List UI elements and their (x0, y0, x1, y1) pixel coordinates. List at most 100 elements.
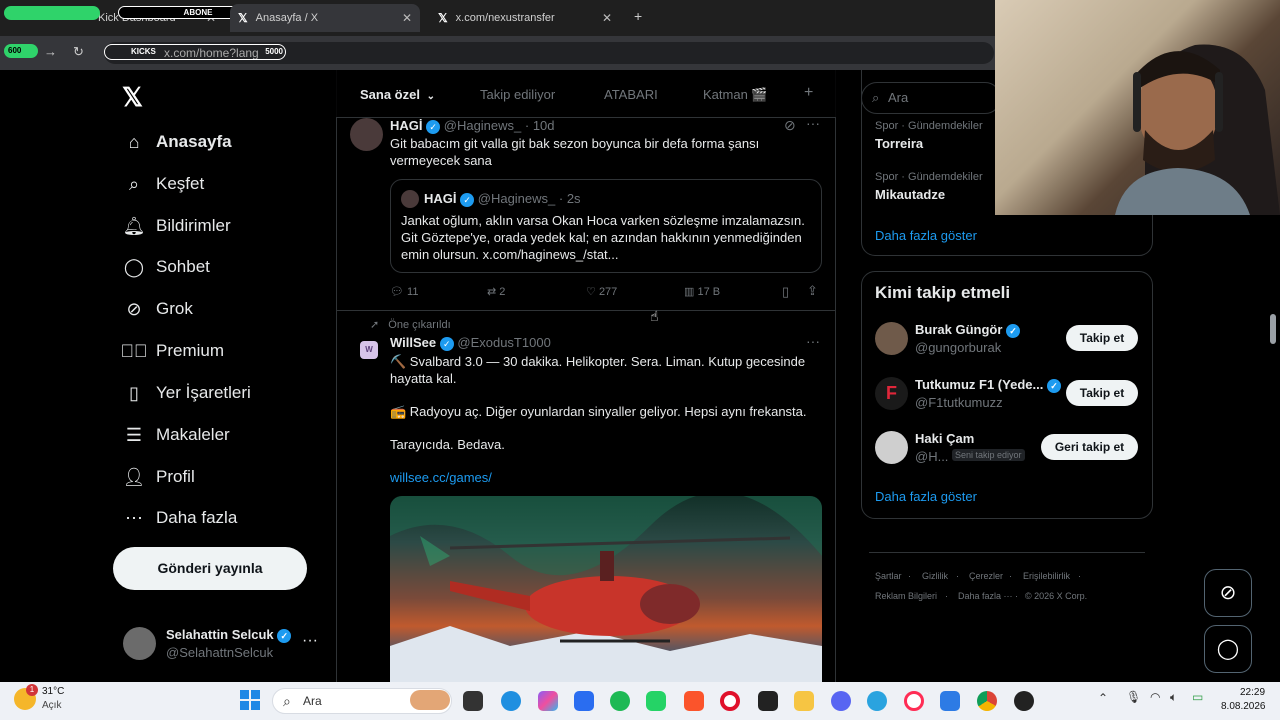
telegram-icon[interactable] (867, 691, 887, 711)
share-icon[interactable]: ⇪ (807, 283, 818, 299)
tweet-handle[interactable]: @ExodusT1000 (457, 335, 550, 350)
webcam-feed (995, 0, 1280, 215)
task-view-icon[interactable] (463, 691, 483, 711)
trend-name[interactable]: Torreira (875, 136, 923, 151)
sidebar-item-daha-fazla[interactable]: ⋯ Daha fazla (112, 497, 322, 539)
opera-icon[interactable] (720, 691, 740, 711)
footer-dot: · (1015, 591, 1018, 601)
follow-back-button[interactable]: Geri takip et (1041, 434, 1138, 460)
add-tab-icon[interactable]: + (804, 84, 813, 102)
footer-more[interactable]: Daha fazla ··· (958, 591, 1013, 601)
bookmark-icon[interactable]: ▯ (782, 284, 789, 300)
close-icon[interactable]: ✕ (602, 11, 612, 25)
follow-button[interactable]: Takip et (1066, 380, 1138, 406)
footer-ads-info[interactable]: Reklam Bilgileri (875, 591, 937, 601)
tab-atabari[interactable]: ATABARI (604, 87, 658, 102)
sidebar-item-premium[interactable]: ✓⃝ Premium (112, 330, 322, 372)
clock-date[interactable]: 8.08.2026 (1221, 701, 1266, 712)
chrome-icon[interactable] (977, 691, 997, 711)
discord-icon[interactable] (831, 691, 851, 711)
weather-desc[interactable]: Açık (42, 700, 61, 711)
sidebar-item-anasayfa[interactable]: ⌂ Anasayfa (112, 121, 322, 163)
views-button[interactable]: ▥ 17 B (684, 285, 720, 298)
new-tab-icon[interactable]: + (634, 8, 642, 24)
more-icon[interactable]: ··· (302, 632, 318, 650)
who-show-more[interactable]: Daha fazla göster (875, 489, 977, 504)
close-icon[interactable]: ✕ (402, 11, 412, 25)
reload-icon[interactable]: ↻ (73, 44, 84, 60)
spotify-icon[interactable] (610, 691, 630, 711)
messages-fab-icon[interactable]: ◯ (1204, 625, 1252, 673)
tweet-author[interactable]: HAGİ (390, 118, 423, 133)
avatar[interactable] (875, 431, 908, 464)
footer-accessibility[interactable]: Erişilebilirlik (1023, 571, 1070, 581)
search-input[interactable]: ⌕ Ara (861, 82, 1001, 114)
obs-icon[interactable] (1014, 691, 1034, 711)
grok-fab-icon[interactable]: ⊘ (1204, 569, 1252, 617)
article-icon: ☰ (125, 424, 143, 445)
willsee-logo-icon[interactable]: W (360, 341, 378, 359)
copilot-icon[interactable] (538, 691, 558, 711)
trend-name[interactable]: Mikautadze (875, 187, 945, 202)
footer-dot: · (1078, 571, 1081, 581)
suggestion-name[interactable]: Haki Çam (915, 431, 974, 446)
footer-terms[interactable]: Şartlar (875, 571, 902, 581)
battery-icon[interactable]: ▭ (1192, 690, 1203, 704)
reply-button[interactable]: 💬︎ 11 (390, 285, 418, 298)
tweet-author[interactable]: WillSee (390, 335, 436, 350)
brave-icon[interactable] (684, 691, 704, 711)
trends-show-more[interactable]: Daha fazla göster (875, 228, 977, 243)
scrollbar[interactable] (1270, 314, 1276, 344)
sidebar-item-kesfet[interactable]: ⌕ Keşfet (112, 163, 322, 205)
sidebar-item-profil[interactable]: 👤︎ Profil (112, 456, 322, 498)
f1-logo-icon[interactable]: F (875, 377, 908, 410)
post-button[interactable]: Gönderi yayınla (113, 547, 307, 590)
follow-button[interactable]: Takip et (1066, 325, 1138, 351)
tweet-media-image[interactable] (390, 496, 822, 682)
tab-takip-ediliyor[interactable]: Takip ediliyor (480, 87, 555, 102)
footer-cookies[interactable]: Çerezler (969, 571, 1003, 581)
account-switcher[interactable]: Selahattin Selcuk ✓ @SelahattnSelcuk ··· (112, 620, 326, 668)
weather-temp[interactable]: 31°C (42, 686, 64, 697)
tweet-time[interactable]: · 10d (525, 118, 555, 133)
taskbar (0, 682, 1280, 720)
app-icon[interactable] (574, 691, 594, 711)
avatar[interactable] (875, 322, 908, 355)
sidebar-item-grok[interactable]: ⊘ Grok (112, 288, 322, 330)
sidebar-item-sohbet[interactable]: ◯ Sohbet (112, 246, 322, 288)
clock-time[interactable]: 22:29 (1240, 687, 1265, 698)
trend-category: Spor · Gündemdekiler (875, 120, 983, 132)
x-logo-icon[interactable]: 𝕏 (122, 82, 143, 113)
retweet-icon: ⇄ (487, 286, 497, 298)
tab-katman[interactable]: Katman 🎬 (703, 87, 768, 103)
wifi-icon[interactable]: ◠ (1150, 690, 1160, 704)
retweet-button[interactable]: ⇄ 2 (487, 285, 505, 298)
chevron-up-icon[interactable]: ⌃ (1098, 691, 1108, 705)
sidebar-item-yer-isaretleri[interactable]: ▯ Yer İşaretleri (112, 372, 322, 414)
edge-icon[interactable] (501, 691, 521, 711)
windows-start-icon[interactable] (240, 690, 260, 710)
more-icon[interactable]: ··· (806, 333, 820, 349)
outlook-icon[interactable] (940, 691, 960, 711)
avatar[interactable] (350, 118, 383, 151)
suggestion-name[interactable]: Burak Güngör (915, 322, 1002, 337)
opera-gx-icon[interactable] (904, 691, 924, 711)
footer-privacy[interactable]: Gizlilik (922, 571, 948, 581)
tweet-link[interactable]: willsee.cc/games/ (390, 470, 492, 485)
tweet-handle[interactable]: @Haginews_ (444, 118, 522, 133)
search-icon: ⌕ (872, 90, 880, 105)
like-button[interactable]: ♡ 277 (586, 285, 617, 298)
tab-anasayfa[interactable]: 𝕏 Anasayfa / X ✕ (230, 4, 420, 32)
tab-sana-ozel[interactable]: Sana özel ⌄ (360, 87, 435, 102)
sidebar-item-bildirimler[interactable]: 🔔︎ Bildirimler (112, 205, 322, 247)
suggestion-name[interactable]: Tutkumuz F1 (Yede... (915, 377, 1043, 392)
sidebar-item-makaleler[interactable]: ☰ Makaleler (112, 414, 322, 456)
whatsapp-icon[interactable] (646, 691, 666, 711)
folder-icon[interactable] (794, 691, 814, 711)
grok-icon[interactable]: ⊘ (784, 117, 796, 134)
microphone-icon[interactable]: 🎙︎ (1126, 690, 1141, 704)
volume-icon[interactable]: 🔈︎ (1170, 690, 1177, 705)
game-icon[interactable] (758, 691, 778, 711)
forward-icon[interactable]: → (44, 44, 57, 59)
tab-nexustransfer[interactable]: 𝕏 x.com/nexustransfer ✕ (430, 4, 620, 32)
